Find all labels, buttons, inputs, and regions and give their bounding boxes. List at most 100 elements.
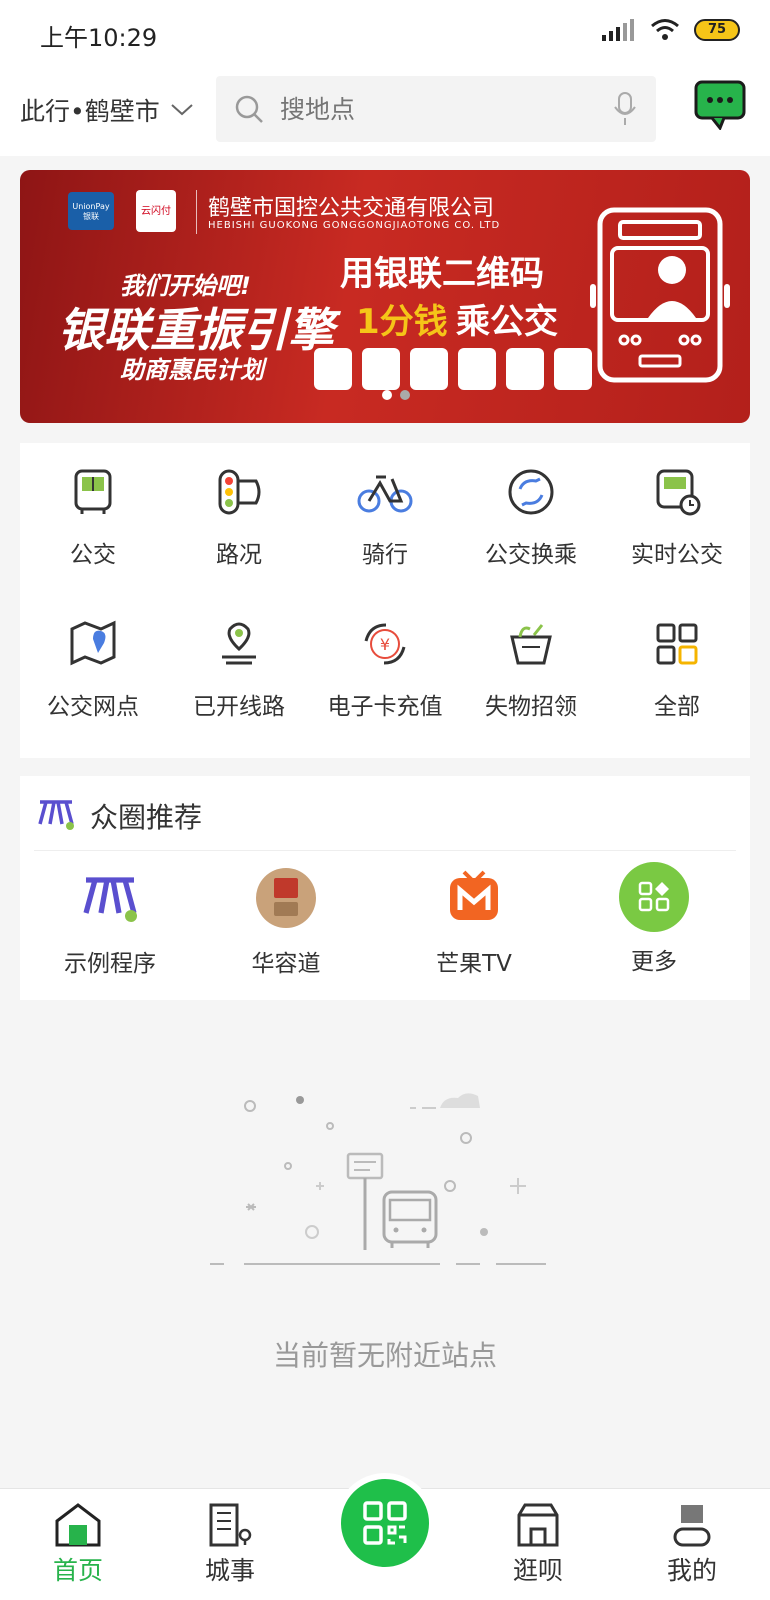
function-grid: 公交 路况 骑行 公交换乘 实时公交 公交网点 已开线路 ¥ 电子卡充值 失物招…: [20, 443, 750, 758]
search-bar[interactable]: [216, 76, 656, 142]
grid-item-traffic[interactable]: 路况: [166, 467, 312, 569]
recommend-label: 华容道: [251, 951, 321, 977]
headline-price: 1分钱: [356, 302, 448, 342]
wifi-icon: [651, 19, 679, 40]
grid-label: 全部: [654, 694, 700, 720]
recommend-section: 众圈推荐 示例程序 华容道 芒果TV 更多: [20, 776, 750, 1000]
transfer-icon: [508, 469, 554, 515]
bicycle-icon: [357, 475, 413, 513]
recommend-item-huarongdao[interactable]: 华容道: [196, 868, 376, 978]
empty-state-text: 当前暂无附近站点: [272, 1339, 497, 1372]
signal-icon: [602, 19, 634, 41]
city-selector[interactable]: 此行•鹤壁市: [20, 92, 194, 128]
tab-label: 我的: [666, 1556, 717, 1585]
quickpass-logo: 云闪付: [136, 190, 176, 232]
bank-logo-icon: [410, 348, 448, 390]
chevron-down-icon: [171, 104, 193, 116]
recharge-icon: ¥: [364, 623, 406, 665]
scan-qr-button[interactable]: [335, 1473, 435, 1573]
recommend-item-more[interactable]: 更多: [564, 862, 744, 976]
city-label: 此行•鹤壁市: [20, 97, 160, 126]
unionpay-logo: UnionPay 银联: [68, 192, 114, 230]
basket-icon: [510, 624, 552, 665]
route-icon: [222, 622, 256, 665]
message-icon[interactable]: [694, 80, 746, 130]
tab-label: 城事: [204, 1556, 255, 1585]
headline-1: 用银联二维码: [340, 254, 544, 294]
grid-label: 公交网点: [47, 694, 139, 720]
battery-indicator: 75: [694, 19, 740, 41]
tab-label: 逛呗: [512, 1556, 563, 1585]
bank-logo-icon: [506, 348, 544, 390]
bus-icon: [74, 469, 112, 514]
tab-city-news[interactable]: 城事: [170, 1501, 290, 1587]
store-icon: [517, 1503, 559, 1547]
bank-logos: [314, 348, 592, 390]
header: 此行•鹤壁市: [0, 66, 770, 156]
company-name: 鹤壁市国控公共交通有限公司: [208, 196, 495, 221]
qr-code-icon: [363, 1501, 407, 1545]
grid-label: 路况: [216, 542, 262, 568]
search-input[interactable]: [280, 94, 612, 124]
grid-item-cycling[interactable]: 骑行: [312, 467, 458, 569]
banner-divider: [196, 190, 197, 234]
huarongdao-tile: [274, 878, 298, 898]
grid-item-bus-outlets[interactable]: 公交网点: [20, 619, 166, 721]
grid-label: 失物招领: [485, 694, 577, 720]
status-icons: 75: [602, 18, 740, 42]
grid-item-card-recharge[interactable]: ¥ 电子卡充值: [312, 619, 458, 721]
carousel-dots: [382, 390, 410, 400]
recommend-label: 更多: [631, 949, 677, 975]
tab-profile[interactable]: 我的: [632, 1501, 752, 1587]
huarongdao-tile: [274, 902, 298, 916]
home-icon: [55, 1503, 101, 1547]
all-apps-icon: [656, 623, 698, 665]
bank-logo-icon: [554, 348, 592, 390]
status-time: 上午10:29: [40, 24, 158, 52]
map-pin-icon: [70, 620, 116, 666]
realtime-bus-icon: [656, 469, 701, 516]
grid-item-all[interactable]: 全部: [604, 619, 750, 721]
headline-2: 乘公交: [456, 302, 558, 342]
grid-glyph-icon: [638, 881, 670, 912]
grid-item-lost-found[interactable]: 失物招领: [458, 619, 604, 721]
grid-label: 实时公交: [631, 542, 723, 568]
tab-home[interactable]: 首页: [18, 1501, 138, 1587]
building-icon: [209, 1503, 252, 1547]
recommend-item-mango-tv[interactable]: 芒果TV: [384, 868, 564, 978]
tab-shopping[interactable]: 逛呗: [478, 1501, 598, 1587]
grid-label: 公交换乘: [485, 542, 577, 568]
carousel-dot: [382, 390, 392, 400]
carousel-dot: [400, 390, 410, 400]
slogan-sub: 助商惠民计划: [120, 356, 264, 384]
bus-illustration-icon: [590, 207, 730, 383]
recommend-label: 示例程序: [64, 951, 156, 977]
bank-logo-icon: [458, 348, 496, 390]
search-icon: [235, 95, 263, 123]
svg-text:¥: ¥: [380, 635, 390, 654]
grid-label: 公交: [70, 542, 116, 568]
more-apps-icon: [619, 862, 689, 932]
tab-label: 首页: [52, 1556, 103, 1585]
zhongquan-logo-icon: [83, 877, 137, 922]
status-bar: 上午10:29 75: [0, 0, 770, 66]
grid-label: 骑行: [362, 542, 408, 568]
company-name-en: HEBISHI GUOKONG GONGGONGJIAOTONG CO. LTD: [208, 220, 501, 231]
recommend-item-demo[interactable]: 示例程序: [20, 868, 200, 978]
divider: [34, 850, 736, 851]
huarongdao-icon: [256, 868, 316, 928]
recommend-title: 众圈推荐: [90, 801, 203, 834]
grid-item-bus[interactable]: 公交: [20, 467, 166, 569]
user-icon: [673, 1505, 711, 1547]
recommend-label: 芒果TV: [436, 951, 512, 977]
grid-item-open-routes[interactable]: 已开线路: [166, 619, 312, 721]
grid-item-transfer[interactable]: 公交换乘: [458, 467, 604, 569]
mango-tv-icon: [450, 870, 498, 920]
bank-logo-icon: [362, 348, 400, 390]
microphone-icon[interactable]: [612, 91, 638, 127]
grid-item-realtime-bus[interactable]: 实时公交: [604, 467, 750, 569]
grid-label: 电子卡充值: [327, 694, 443, 720]
zhongquan-logo-icon: [38, 800, 74, 830]
promo-banner[interactable]: UnionPay 银联 云闪付 鹤壁市国控公共交通有限公司 HEBISHI GU…: [20, 170, 750, 423]
traffic-light-icon: [218, 469, 261, 515]
